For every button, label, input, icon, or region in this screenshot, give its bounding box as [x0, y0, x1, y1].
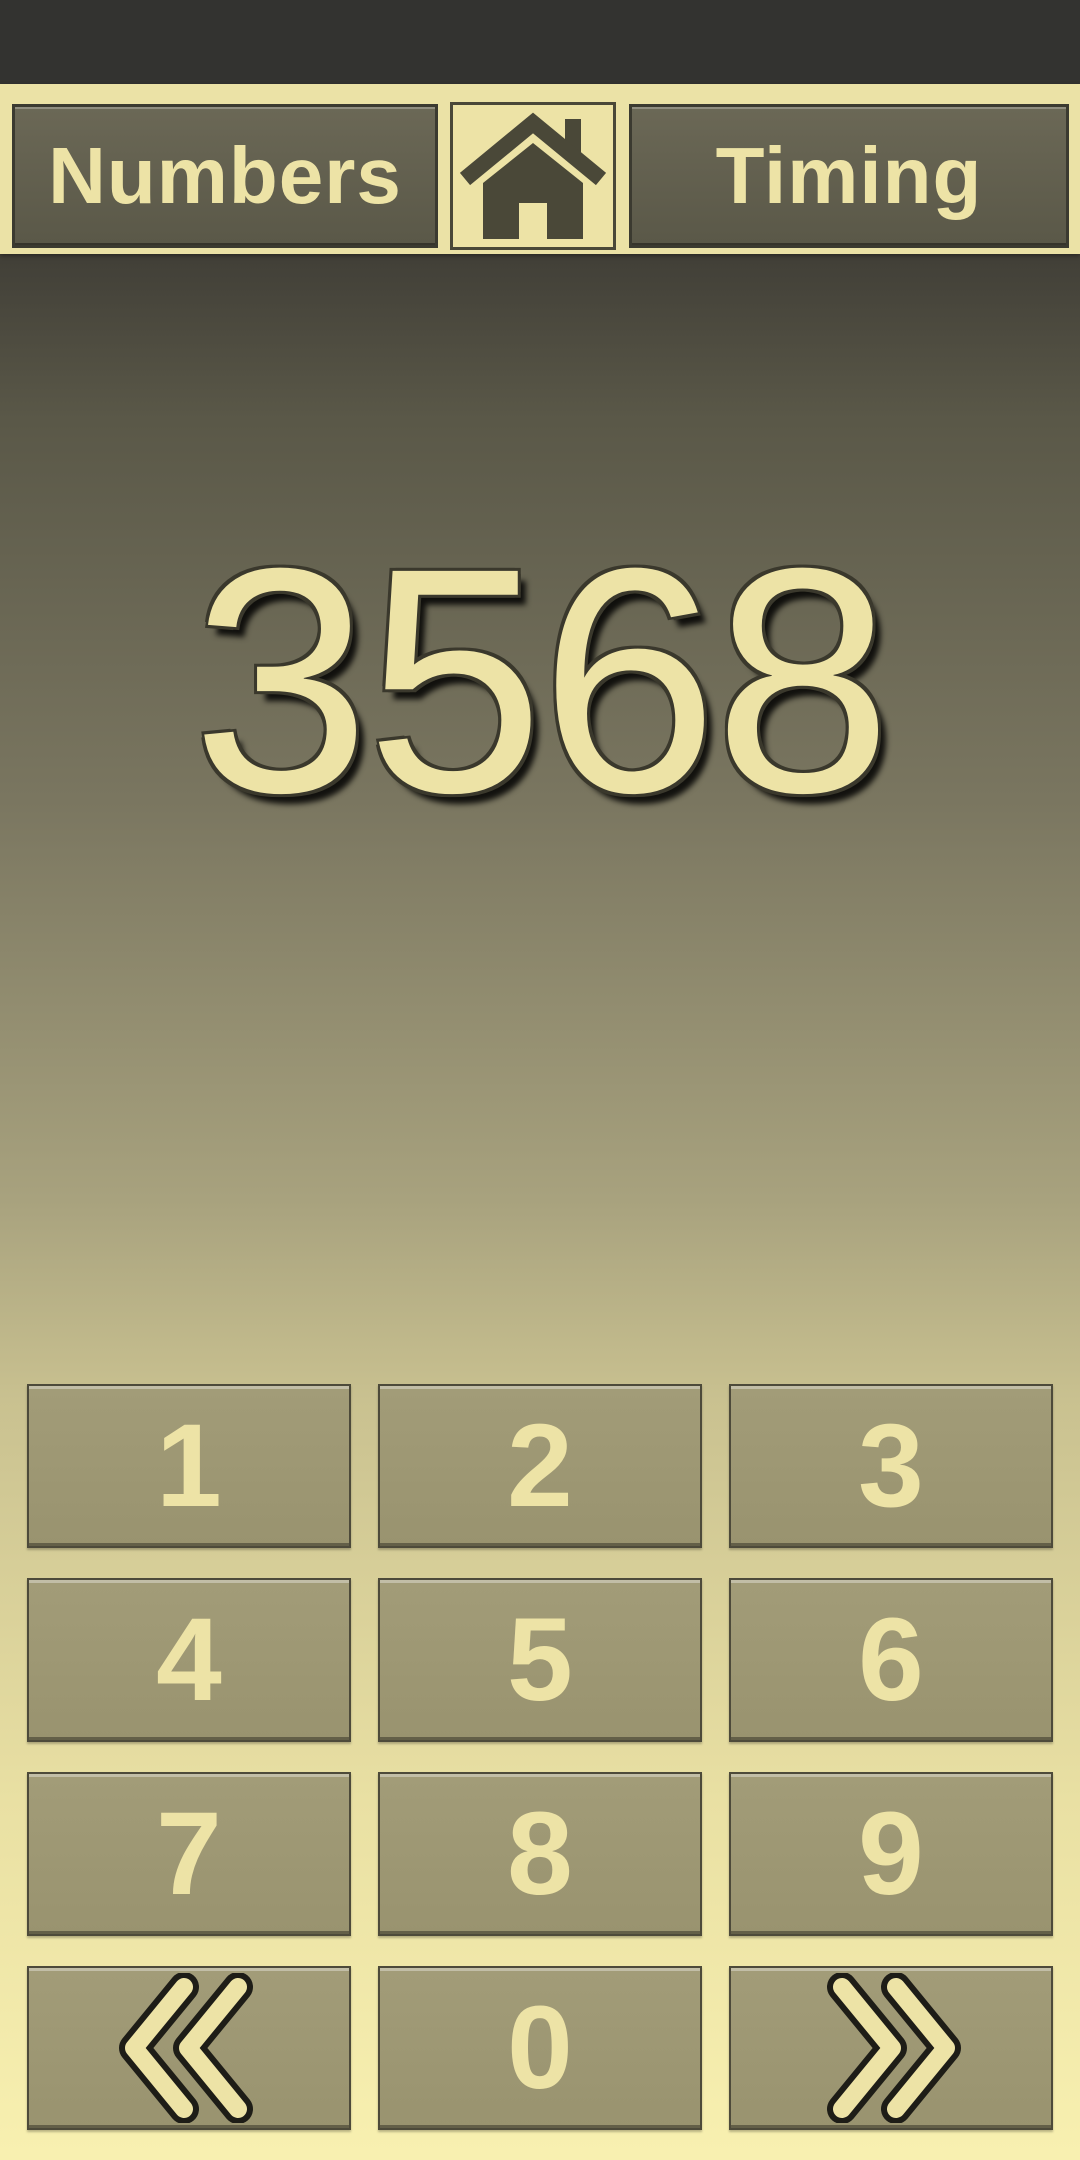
key-7[interactable]: 7 [27, 1772, 351, 1936]
home-icon [459, 112, 607, 239]
key-9[interactable]: 9 [729, 1772, 1053, 1936]
status-bar [0, 0, 1080, 84]
current-number-display: 3568 [192, 501, 892, 859]
double-chevron-right-icon [827, 1973, 961, 2123]
key-1[interactable]: 1 [27, 1384, 351, 1548]
numbers-button[interactable]: Numbers [12, 104, 438, 248]
key-4[interactable]: 4 [27, 1578, 351, 1742]
key-2[interactable]: 2 [378, 1384, 702, 1548]
top-navigation-inner: Numbers Timing [0, 92, 1080, 250]
double-chevron-left-icon [119, 1973, 253, 2123]
key-0[interactable]: 0 [378, 1966, 702, 2130]
top-navigation-bar: Numbers Timing [0, 84, 1080, 254]
timing-button[interactable]: Timing [629, 104, 1069, 248]
key-8[interactable]: 8 [378, 1772, 702, 1936]
home-button[interactable] [450, 102, 616, 250]
key-3[interactable]: 3 [729, 1384, 1053, 1548]
key-6[interactable]: 6 [729, 1578, 1053, 1742]
key-5[interactable]: 5 [378, 1578, 702, 1742]
keypad: 1 2 3 4 5 6 7 8 9 0 [0, 1384, 1080, 2144]
previous-button[interactable] [27, 1966, 351, 2130]
next-button[interactable] [729, 1966, 1053, 2130]
